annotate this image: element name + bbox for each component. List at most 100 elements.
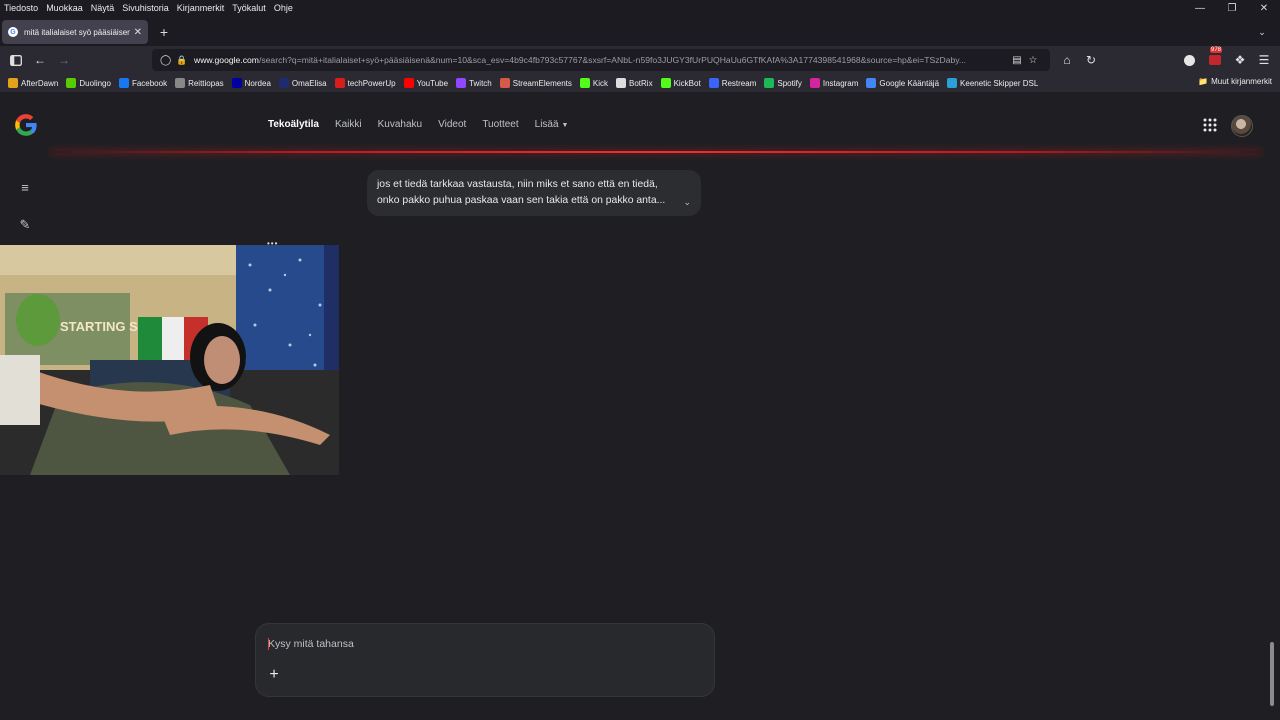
minimize-icon[interactable]: — (1184, 0, 1216, 16)
bookmark-item[interactable]: KickBot (660, 78, 701, 88)
page-scrollbar-thumb[interactable] (1270, 642, 1274, 706)
google-apps-grid-icon[interactable] (1202, 117, 1218, 133)
bookmark-item[interactable]: Reittiopas (175, 78, 224, 88)
bookmark-star-icon[interactable]: ☆ (1025, 55, 1041, 66)
extension-badge-icon[interactable]: 978 (1203, 47, 1227, 72)
add-attachment-plus-icon[interactable]: + (266, 666, 282, 684)
google-ai-mode-page: ≡ ✎ Tekoälytila Kaikki Kuvahaku Videot T… (0, 92, 1280, 720)
bookmark-item[interactable]: Facebook (118, 78, 167, 88)
bookmark-item[interactable]: Spotify (764, 78, 802, 88)
menu-bar: Tiedosto Muokkaa Näytä Sivuhistoria Kirj… (0, 0, 1280, 16)
lock-icon[interactable]: 🔒 (176, 55, 190, 66)
sidebar-toggle-icon[interactable] (4, 48, 28, 72)
bookmark-favicon-icon (8, 78, 18, 88)
menu-help[interactable]: Ohje (270, 0, 297, 16)
bookmark-favicon-icon (708, 78, 719, 88)
bookmark-label: techPowerUp (347, 78, 396, 88)
bookmark-favicon-icon (66, 78, 77, 88)
close-tab-icon[interactable]: ✕ (134, 27, 142, 38)
reader-view-icon[interactable]: ▤ (1009, 55, 1025, 66)
close-window-icon[interactable]: ✕ (1248, 0, 1280, 16)
bookmark-item[interactable]: Keenetic Skipper DSL (947, 78, 1038, 88)
bookmark-label: Duolingo (79, 78, 111, 88)
bookmark-label: Google Kääntäjä (879, 78, 940, 88)
bookmark-label: Kick (592, 78, 608, 88)
tab-more-label: Lisää (534, 119, 559, 130)
bookmark-item[interactable]: OmaElisa (278, 78, 327, 88)
google-favicon-icon: G (8, 27, 18, 37)
new-tab-icon[interactable]: + (156, 24, 172, 40)
bookmark-item[interactable]: AfterDawn (8, 78, 58, 88)
bookmark-item[interactable]: techPowerUp (334, 78, 396, 88)
window-controls: — ❐ ✕ (1184, 0, 1280, 16)
bookmark-item[interactable]: Google Kääntäjä (866, 78, 939, 88)
new-chat-edit-icon[interactable]: ✎ (14, 214, 36, 236)
account-avatar[interactable] (1231, 115, 1253, 137)
bookmark-favicon-icon (456, 78, 467, 88)
bookmark-favicon-icon (660, 78, 671, 88)
bookmark-item[interactable]: StreamElements (499, 78, 572, 88)
ask-composer: + (255, 623, 715, 697)
bookmark-item[interactable]: Kick (579, 78, 608, 88)
bookmark-favicon-icon (499, 78, 510, 88)
other-bookmarks-folder[interactable]: 📁 Muut kirjanmerkit (1198, 77, 1272, 86)
bookmark-label: OmaElisa (291, 78, 327, 88)
menu-file[interactable]: Tiedosto (0, 0, 42, 16)
bookmark-item[interactable]: Restream (708, 78, 757, 88)
forward-icon[interactable]: → (52, 48, 76, 72)
bookmark-favicon-icon (616, 78, 626, 88)
reload-icon[interactable]: ↻ (1079, 48, 1103, 72)
webcam-feed-image: STARTING SOON (0, 245, 339, 475)
extensions-puzzle-icon[interactable]: ❖ (1228, 48, 1252, 72)
url-text[interactable]: www.google.com/search?q=mitä+italialaise… (194, 55, 1009, 65)
webcam-overlay: STARTING SOON (0, 245, 339, 475)
folder-icon: 📁 (1198, 77, 1209, 86)
navigation-toolbar: ← → ◯ 🔒 www.google.com/search?q=mitä+ita… (0, 46, 1280, 74)
tab-images[interactable]: Kuvahaku (378, 118, 422, 133)
tab-ai-mode[interactable]: Tekoälytila (268, 118, 319, 133)
tracking-shield-icon[interactable]: ◯ (160, 55, 174, 66)
bookmark-item[interactable]: BotRix (616, 78, 653, 88)
menu-edit[interactable]: Muokkaa (42, 0, 87, 16)
bookmark-favicon-icon (334, 78, 345, 88)
bookmark-item[interactable]: Duolingo (66, 78, 111, 88)
home-icon[interactable]: ⌂ (1055, 48, 1079, 72)
expand-chevron-icon[interactable]: ⌄ (683, 197, 691, 208)
bookmarks-toolbar: AfterDawn Duolingo Facebook Reittiopas Norde… (0, 74, 1280, 92)
history-list-icon[interactable]: ≡ (14, 176, 36, 198)
url-bar[interactable]: ◯ 🔒 www.google.com/search?q=mitä+italial… (152, 49, 1050, 71)
menu-tools[interactable]: Työkalut (228, 0, 270, 16)
list-all-tabs-icon[interactable]: ⌄ (1254, 24, 1270, 40)
restore-icon[interactable]: ❐ (1216, 0, 1248, 16)
bookmark-item[interactable]: Nordea (231, 78, 271, 88)
ask-input[interactable] (268, 635, 698, 653)
app-menu-icon[interactable]: ☰ (1252, 48, 1276, 72)
bookmark-label: Keenetic Skipper DSL (960, 78, 1039, 88)
tab-videos[interactable]: Videot (438, 118, 466, 133)
menu-view[interactable]: Näytä (87, 0, 119, 16)
user-query-line-2: onko pakko puhua paskaa vaan sen takia e… (377, 195, 666, 206)
bookmark-item[interactable]: Instagram (809, 78, 858, 88)
bookmark-favicon-icon (403, 78, 414, 88)
tab-all[interactable]: Kaikki (335, 118, 362, 133)
extension-badge-count: 978 (1210, 47, 1223, 53)
tab-title: mitä italialaiset syö pääsiäisenä (24, 27, 130, 37)
browser-tab-active[interactable]: G mitä italialaiset syö pääsiäisenä ✕ (2, 20, 148, 44)
search-tabs: Tekoälytila Kaikki Kuvahaku Videot Tuott… (268, 118, 584, 133)
tab-more[interactable]: Lisää ▼ (535, 118, 569, 133)
bookmark-item[interactable]: YouTube (403, 78, 448, 88)
ai-mode-glow-divider (50, 151, 1262, 153)
tab-strip: G mitä italialaiset syö pääsiäisenä ✕ + … (0, 16, 1280, 46)
bookmark-item[interactable]: Twitch (456, 78, 492, 88)
bookmark-label: Reittiopas (188, 78, 224, 88)
bookmark-label: StreamElements (512, 78, 572, 88)
menu-bookmarks[interactable]: Kirjanmerkit (173, 0, 229, 16)
tab-shopping[interactable]: Tuotteet (482, 118, 518, 133)
back-icon[interactable]: ← (28, 48, 52, 72)
bookmark-label: Restream (721, 78, 757, 88)
user-query-bubble: jos et tiedä tarkkaa vastausta, niin mik… (367, 170, 701, 216)
menu-history[interactable]: Sivuhistoria (118, 0, 173, 16)
extension-round-icon[interactable] (1177, 48, 1201, 72)
google-logo-icon[interactable] (13, 112, 39, 138)
bookmark-label: KickBot (673, 78, 701, 88)
